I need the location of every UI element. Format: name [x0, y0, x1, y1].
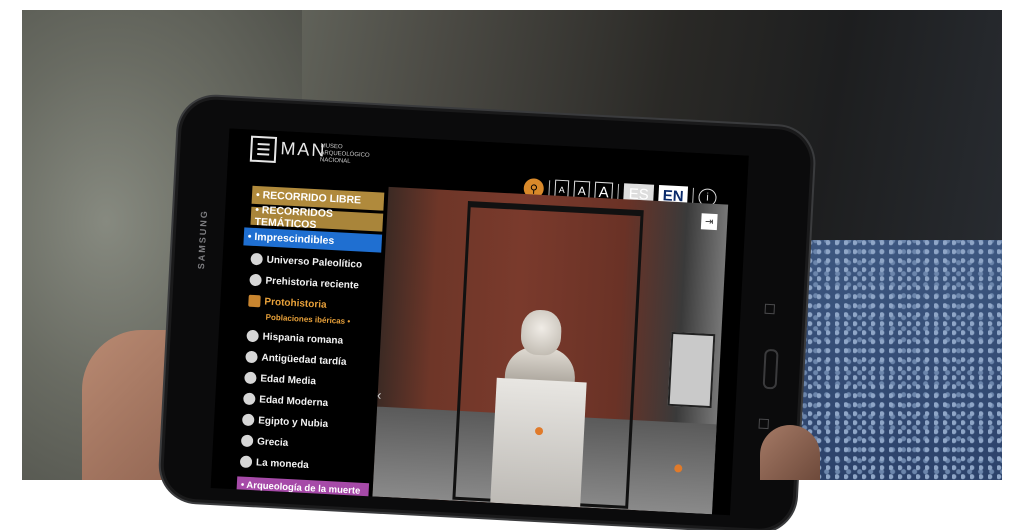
hamburger-menu-icon[interactable]: [249, 135, 278, 163]
timeline-item-label: Edad Moderna: [259, 394, 329, 410]
timeline-dot-icon: [241, 413, 255, 427]
timeline-dot-icon: [248, 294, 261, 308]
tour-menu: • RECORRIDO LIBRE • RECORRIDOS TEMÁTICOS…: [235, 185, 385, 516]
timeline-item-label: Edad Media: [260, 373, 317, 388]
timeline-dot-icon: [243, 392, 256, 406]
right-hand: [760, 425, 820, 480]
timeline-item-label: La moneda: [255, 457, 310, 472]
side-display-case: [667, 331, 716, 409]
timeline-dot-icon: [246, 329, 259, 343]
timeline-item-label: Protohistoria: [264, 296, 327, 311]
timeline-item-label: Universo Paleolítico: [266, 254, 363, 271]
exit-icon[interactable]: ⇥: [700, 213, 718, 231]
panorama-viewer[interactable]: « ⇥: [372, 186, 729, 515]
tablet-device: SAMSUNG MAN MUSEO ARQUEOLÓGICO NACIONAL …: [162, 98, 813, 530]
timeline-item-label: Antigüedad tardía: [261, 352, 347, 368]
timeline-dot-icon: [249, 273, 262, 287]
timeline-dot-icon: [244, 371, 257, 385]
device-brand: SAMSUNG: [196, 208, 210, 270]
timeline-dot-icon: [245, 350, 258, 364]
timeline-item-label: Egipto y Nubia: [257, 415, 329, 431]
pedestal: [490, 377, 587, 508]
back-icon[interactable]: [758, 418, 769, 430]
tab-museo-femenino[interactable]: • Museo en femenino: [235, 496, 369, 516]
timeline-dot-icon: [250, 252, 263, 266]
timeline-item-label: Grecia: [256, 436, 289, 449]
timeline-dot-icon: [239, 455, 253, 469]
timeline-item-label: Prehistoria reciente: [265, 275, 360, 292]
home-button[interactable]: [762, 348, 779, 390]
bust-sculpture-head: [520, 309, 563, 357]
timeline-dot-icon: [240, 434, 254, 448]
tab-recorridos-tematicos[interactable]: • RECORRIDOS TEMÁTICOS: [250, 204, 384, 232]
app-logo-subtitle: MUSEO ARQUEOLÓGICO NACIONAL: [319, 143, 370, 165]
pan-left-icon[interactable]: «: [373, 386, 382, 402]
timeline-item-label: Hispania romana: [262, 331, 344, 347]
timeline: Universo Paleolítico Prehistoria recient…: [237, 249, 381, 480]
recent-apps-icon[interactable]: [764, 303, 776, 315]
app-screen: MAN MUSEO ARQUEOLÓGICO NACIONAL ⚲ A A A …: [210, 128, 749, 516]
